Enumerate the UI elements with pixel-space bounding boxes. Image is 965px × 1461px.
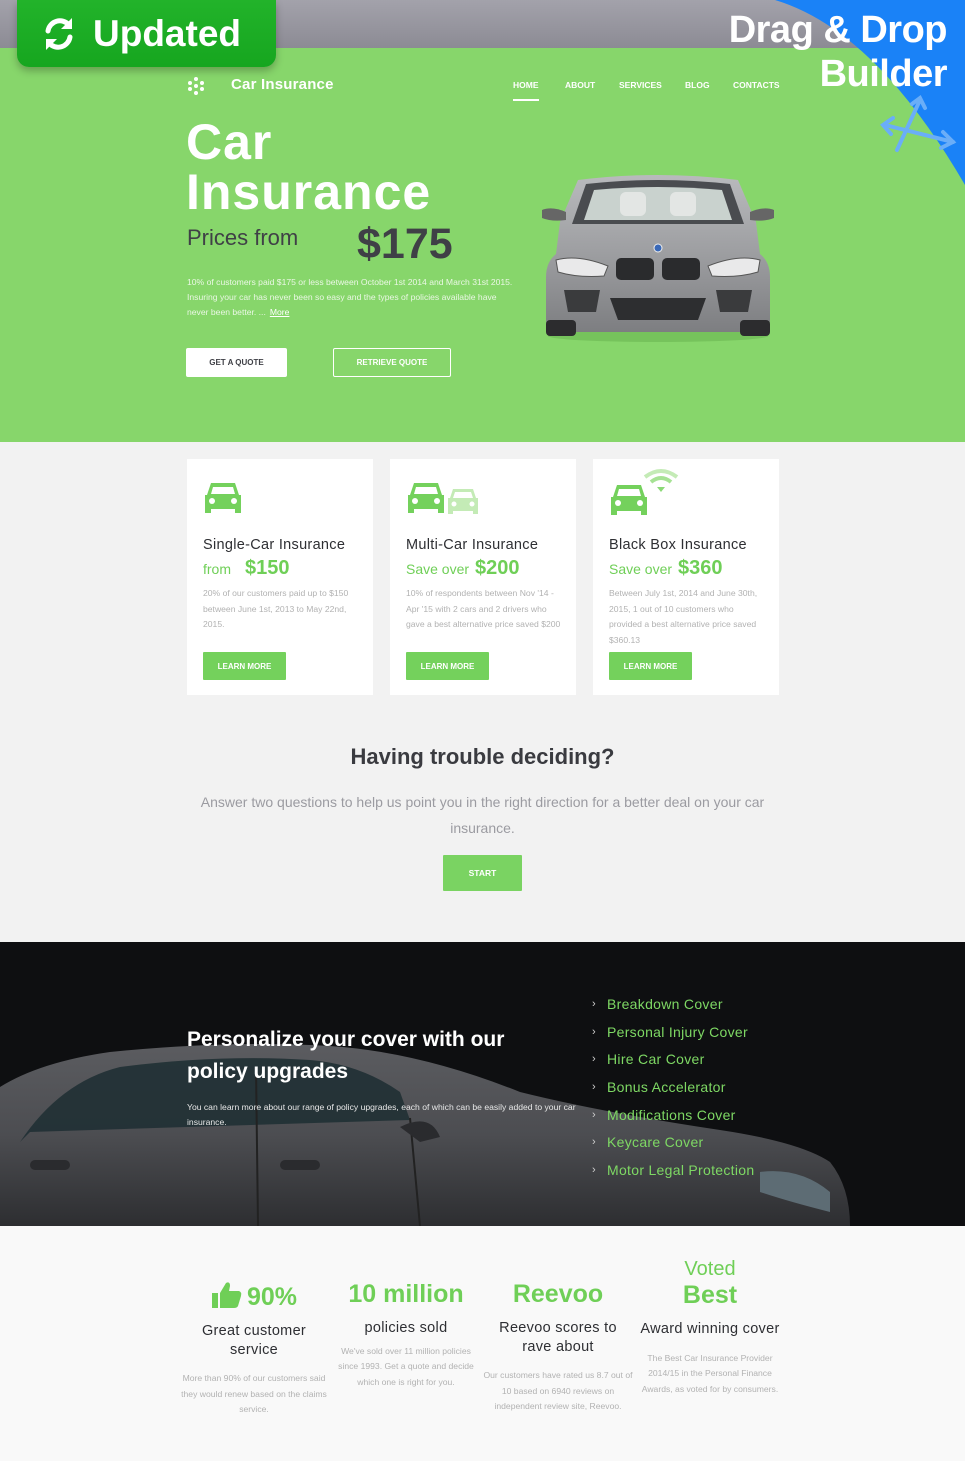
card-price-prefix: Save over	[609, 561, 673, 577]
hero-title: Car Insurance	[186, 117, 431, 217]
updated-badge: Updated	[17, 0, 276, 67]
stat-value-text: 90%	[246, 1283, 298, 1311]
upgrade-item-label: Bonus Accelerator	[607, 1078, 726, 1095]
stat-policies-sold: 10 million policies sold We've sold over…	[331, 1281, 481, 1390]
chevron-right-icon: ›	[592, 1108, 596, 1121]
card-price-prefix: Save over	[406, 561, 470, 577]
card-black-box: Black Box Insurance Save over $360 Betwee…	[593, 459, 779, 695]
chevron-right-icon: ›	[592, 1053, 596, 1066]
upgrades-title: Personalize your cover with our policy u…	[187, 1028, 505, 1083]
get-quote-button[interactable]: GET A QUOTE	[186, 348, 287, 377]
stat-description: The Best Car Insurance Provider 2014/15 …	[641, 1352, 779, 1394]
stat-value-line2: Best	[682, 1281, 738, 1309]
card-title: Single-Car Insurance	[203, 537, 346, 553]
upgrade-item-label: Modifications Cover	[607, 1106, 736, 1123]
brand-name[interactable]: Car Insurance	[231, 76, 334, 93]
hero-price: $175	[357, 220, 453, 268]
stat-value: Reevoo	[512, 1280, 604, 1308]
stat-description: We've sold over 11 million policies sinc…	[338, 1345, 474, 1387]
learn-more-button[interactable]: LEARN MORE	[406, 652, 489, 680]
start-button[interactable]: START	[443, 855, 522, 891]
chevron-right-icon: ›	[592, 997, 596, 1010]
card-price-amount: $200	[475, 557, 520, 579]
upgrade-item[interactable]: › Bonus Accelerator	[592, 1073, 754, 1101]
stat-title: Award winning cover	[640, 1321, 780, 1337]
dots-logo-icon[interactable]	[186, 77, 206, 95]
card-title: Black Box Insurance	[609, 537, 747, 553]
chevron-right-icon: ›	[592, 1136, 596, 1149]
trouble-title: Having trouble deciding?	[350, 744, 615, 769]
updated-label: Updated	[93, 12, 241, 54]
drag-drop-line2: Builder	[819, 53, 948, 95]
stat-value-line1: Voted	[684, 1258, 736, 1280]
stat-reevoo: Reevoo Reevoo scores to rave about Our c…	[483, 1281, 633, 1415]
more-link[interactable]: More	[270, 307, 290, 317]
card-price-prefix: from	[203, 561, 231, 577]
chevron-right-icon: ›	[592, 1025, 596, 1038]
card-single-car: Single-Car Insurance from $150 20% of our…	[187, 459, 373, 695]
upgrade-item[interactable]: › Modifications Cover	[592, 1101, 754, 1129]
hero-car-image	[542, 175, 774, 342]
stat-description: Our customers have rated us 8.7 out of 1…	[483, 1370, 633, 1411]
upgrade-item[interactable]: › Keycare Cover	[592, 1128, 754, 1156]
trouble-description: Answer two questions to help us point yo…	[200, 794, 765, 836]
car-wifi-icon	[611, 469, 679, 515]
hero-title-line2: Insurance	[186, 164, 432, 220]
card-description: Between July 1st, 2014 and June 30th, 20…	[609, 588, 758, 645]
stat-value: 90%	[179, 1281, 329, 1310]
stat-customer-service: 90% Great customer service More than 90%…	[179, 1281, 329, 1418]
thumbs-up-icon	[211, 1282, 242, 1308]
learn-more-button[interactable]: LEARN MORE	[609, 652, 692, 680]
refresh-icon	[45, 17, 73, 50]
card-price: from $150	[203, 557, 290, 580]
stat-description: More than 90% of our customers said they…	[181, 1373, 327, 1414]
upgrades-description: You can learn more about our range of po…	[187, 1102, 576, 1127]
hero-description: 10% of customers paid $175 or less betwe…	[187, 275, 517, 320]
upgrade-item-label: Personal Injury Cover	[607, 1023, 748, 1040]
upgrade-item-label: Breakdown Cover	[607, 995, 723, 1012]
car-icon	[205, 483, 241, 513]
chevron-right-icon: ›	[592, 1080, 596, 1093]
card-multi-car: Multi-Car Insurance Save over $200 10% of…	[390, 459, 576, 695]
card-price: Save over $360	[609, 557, 723, 580]
stat-value: 10 million	[348, 1280, 464, 1308]
chevron-right-icon: ›	[592, 1163, 596, 1176]
upgrade-item-label: Motor Legal Protection	[607, 1161, 755, 1178]
drag-drop-builder-label: Drag & Drop Builder	[728, 8, 948, 96]
hero-title-line1: Car	[186, 114, 273, 170]
upgrade-item[interactable]: › Personal Injury Cover	[592, 1018, 754, 1046]
stat-voted-best: Voted Best Award winning cover The Best …	[635, 1256, 785, 1397]
card-price-amount: $360	[678, 557, 723, 579]
upgrades-list: › Breakdown Cover › Personal Injury Cover …	[592, 990, 754, 1184]
card-price-amount: $150	[245, 557, 290, 579]
hero-description-text: 10% of customers paid $175 or less betwe…	[187, 277, 513, 317]
two-cars-icon	[408, 483, 478, 514]
upgrade-item-label: Keycare Cover	[607, 1134, 704, 1151]
drag-drop-line1: Drag & Drop	[728, 9, 948, 51]
card-title: Multi-Car Insurance	[406, 537, 539, 553]
upgrade-item[interactable]: › Hire Car Cover	[592, 1045, 754, 1073]
upgrade-item-label: Hire Car Cover	[607, 1051, 705, 1068]
nav-home[interactable]: HOME	[513, 80, 539, 101]
stat-title: Reevoo scores to rave about	[499, 1320, 617, 1355]
upgrade-item[interactable]: › Breakdown Cover	[592, 990, 754, 1018]
card-description: 20% of our customers paid up to $150 bet…	[203, 588, 349, 629]
stat-title: policies sold	[364, 1320, 448, 1336]
retrieve-quote-button[interactable]: RETRIEVE QUOTE	[333, 348, 451, 377]
upgrade-item[interactable]: › Motor Legal Protection	[592, 1156, 754, 1184]
learn-more-button[interactable]: LEARN MORE	[203, 652, 286, 680]
card-price: Save over $200	[406, 557, 520, 580]
stat-title: Great customer service	[201, 1323, 307, 1358]
card-description: 10% of respondents between Nov '14 - Apr…	[406, 588, 561, 629]
prices-from-label: Prices from	[187, 225, 299, 250]
